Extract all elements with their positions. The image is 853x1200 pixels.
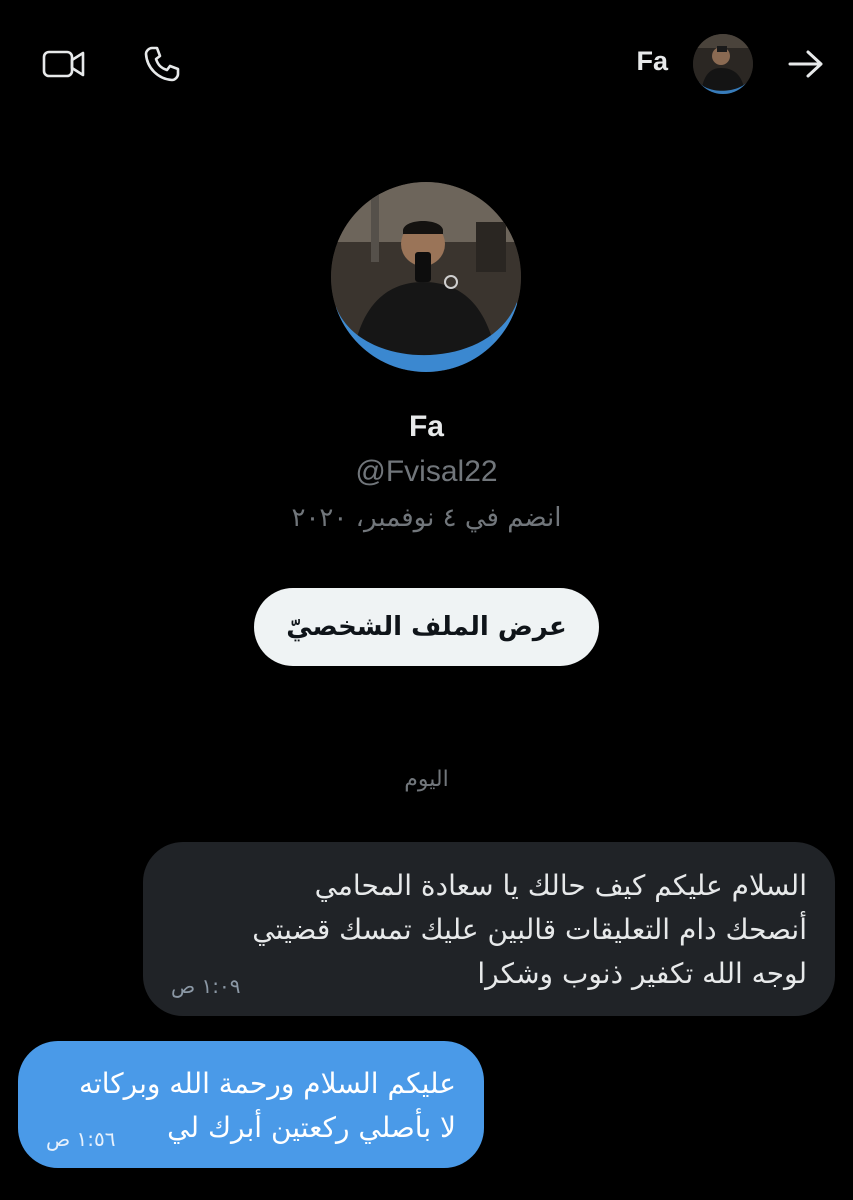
outgoing-message[interactable]: عليكم السلام ورحمة الله وبركاته لا بأصلي… <box>18 1041 484 1168</box>
message-timestamp: ١:٠٩ ص <box>171 974 241 998</box>
profile-handle: @Fvisal22 <box>355 455 498 488</box>
view-profile-button[interactable]: عرض الملف الشخصيّ <box>254 588 599 666</box>
video-call-button[interactable] <box>40 40 88 88</box>
voice-call-button[interactable] <box>138 40 186 88</box>
conversation-header: Fa <box>0 0 853 130</box>
day-separator: اليوم <box>404 767 449 792</box>
message-text: السلام عليكم كيف حالك يا سعادة المحامي أ… <box>252 869 807 990</box>
video-icon <box>42 50 85 78</box>
profile-avatar[interactable] <box>331 182 521 372</box>
message-timestamp: ١:٥٦ ص <box>46 1127 116 1151</box>
header-contact-name[interactable]: Fa <box>636 46 668 77</box>
profile-name: Fa <box>408 410 444 443</box>
joined-date: انضم في ٤ نوفمبر، ٢٠٢٠ <box>291 503 562 533</box>
phone-icon <box>144 46 180 82</box>
back-button[interactable] <box>782 40 830 88</box>
header-avatar[interactable] <box>693 34 753 94</box>
back-arrow-icon <box>788 50 823 78</box>
incoming-message[interactable]: السلام عليكم كيف حالك يا سعادة المحامي أ… <box>143 842 835 1016</box>
